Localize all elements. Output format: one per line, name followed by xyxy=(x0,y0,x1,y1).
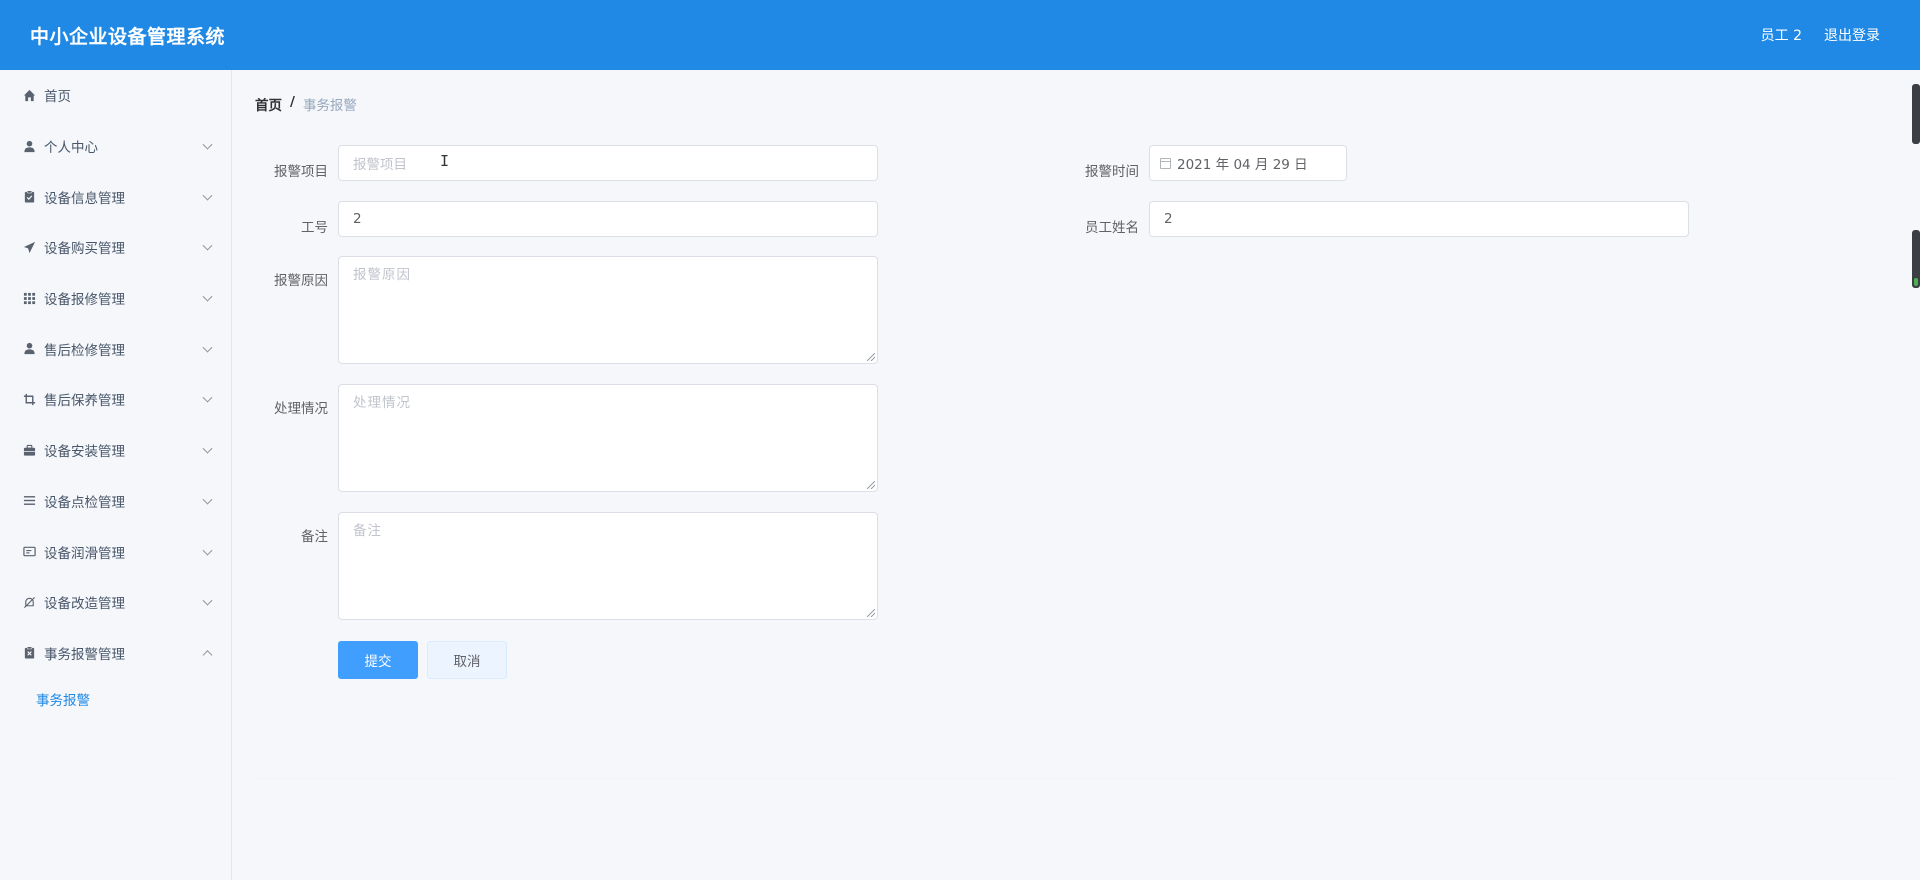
clipboard-icon xyxy=(22,190,36,204)
sidebar-item-label: 设备改造管理 xyxy=(44,596,125,613)
reason-placeholder: 报警原因 xyxy=(353,267,411,283)
clipboard-x-icon xyxy=(22,646,36,660)
chevron-down-icon xyxy=(202,342,213,353)
sidebar-item-label: 设备购买管理 xyxy=(44,241,125,258)
logout-link[interactable]: 退出登录 xyxy=(1824,25,1880,45)
list-icon xyxy=(22,494,36,508)
note-placeholder: 备注 xyxy=(353,523,382,539)
user-name[interactable]: 员工 2 xyxy=(1761,25,1802,45)
bell-off-icon xyxy=(22,595,36,609)
resize-grip-icon[interactable] xyxy=(867,353,875,361)
chevron-down-icon xyxy=(202,393,213,404)
main-content: 首页 / 事务报警 报警项目 报警项目 报警时间 2021 年 04 月 29 … xyxy=(233,70,1920,880)
sidebar-item-label: 设备信息管理 xyxy=(44,190,125,207)
sidebar-item-label: 设备安装管理 xyxy=(44,444,125,461)
sidebar-item-label: 个人中心 xyxy=(44,140,98,157)
chevron-down-icon xyxy=(202,291,213,302)
breadcrumb-current: 事务报警 xyxy=(302,98,357,114)
text-cursor-icon: I xyxy=(440,152,450,170)
reason-label: 报警原因 xyxy=(274,273,328,289)
calendar-icon xyxy=(1160,157,1171,169)
breadcrumb-separator: / xyxy=(290,94,295,110)
sidebar-item-home[interactable]: 首页 xyxy=(0,70,231,121)
breadcrumb-home[interactable]: 首页 xyxy=(255,94,282,114)
user-icon xyxy=(22,139,36,153)
sidebar-item-label: 售后检修管理 xyxy=(44,342,125,359)
note-textarea[interactable]: 备注 xyxy=(338,512,878,620)
chevron-down-icon xyxy=(202,595,213,606)
item-input[interactable]: 报警项目 xyxy=(338,145,878,181)
chevron-down-icon xyxy=(202,139,213,150)
sidebar-item-inspection[interactable]: 设备点检管理 xyxy=(0,476,231,527)
chevron-up-icon xyxy=(202,650,213,660)
home-icon xyxy=(22,88,36,102)
sidebar-item-repair[interactable]: 设备报修管理 xyxy=(0,273,231,324)
item-label: 报警项目 xyxy=(274,164,328,180)
sidebar-item-purchase[interactable]: 设备购买管理 xyxy=(0,222,231,273)
top-header: 中小企业设备管理系统 员工 2 退出登录 xyxy=(0,0,1920,70)
sidebar-item-install[interactable]: 设备安装管理 xyxy=(0,425,231,476)
briefcase-icon xyxy=(22,443,36,457)
handle-placeholder: 处理情况 xyxy=(353,395,411,411)
cancel-button[interactable]: 取消 xyxy=(427,641,507,679)
resize-grip-icon[interactable] xyxy=(867,609,875,617)
scrollbar-thumb-secondary[interactable] xyxy=(1912,230,1920,288)
breadcrumb: 首页 / 事务报警 xyxy=(255,94,357,114)
chevron-down-icon xyxy=(202,494,213,505)
chevron-down-icon xyxy=(202,443,213,454)
sidebar-item-label: 设备报修管理 xyxy=(44,292,125,309)
time-value: 2021 年 04 月 29 日 xyxy=(1177,157,1308,173)
app-title: 中小企业设备管理系统 xyxy=(30,25,226,48)
sidebar-item-modification[interactable]: 设备改造管理 xyxy=(0,577,231,628)
sidebar-item-device-info[interactable]: 设备信息管理 xyxy=(0,171,231,222)
note-label: 备注 xyxy=(301,529,328,545)
sidebar-item-personal[interactable]: 个人中心 xyxy=(0,121,231,172)
crop-icon xyxy=(22,392,36,406)
time-input[interactable]: 2021 年 04 月 29 日 xyxy=(1149,145,1347,181)
card-icon xyxy=(22,545,36,559)
submit-button[interactable]: 提交 xyxy=(338,641,418,679)
job-label: 工号 xyxy=(301,220,328,236)
chevron-down-icon xyxy=(202,241,213,251)
sidebar-item-after-sales-repair[interactable]: 售后检修管理 xyxy=(0,323,231,374)
handle-label: 处理情况 xyxy=(274,401,328,417)
sidebar-item-label: 设备点检管理 xyxy=(44,494,125,511)
name-input[interactable]: 2 xyxy=(1149,201,1689,237)
sidebar-item-maintenance[interactable]: 售后保养管理 xyxy=(0,374,231,425)
resize-grip-icon[interactable] xyxy=(867,481,875,489)
handle-textarea[interactable]: 处理情况 xyxy=(338,384,878,492)
sidebar-subitem-alarm[interactable]: 事务报警 xyxy=(0,678,231,720)
sidebar-item-label: 设备润滑管理 xyxy=(44,545,125,562)
sidebar-item-label: 售后保养管理 xyxy=(44,393,125,410)
grid-icon xyxy=(22,291,36,305)
sidebar-item-label: 首页 xyxy=(44,89,71,106)
person-icon xyxy=(22,342,36,356)
job-input[interactable]: 2 xyxy=(338,201,878,237)
chevron-down-icon xyxy=(202,190,213,201)
name-label: 员工姓名 xyxy=(1085,220,1139,236)
sidebar: 首页 个人中心 设备信息管理 设备购买管理 设备报修管理 售后检修管理 售后保养… xyxy=(0,70,232,880)
scrollbar-thumb[interactable] xyxy=(1912,84,1920,144)
send-icon xyxy=(22,240,36,254)
header-right: 员工 2 退出登录 xyxy=(1761,25,1880,45)
sidebar-item-label: 事务报警管理 xyxy=(44,646,125,663)
time-label: 报警时间 xyxy=(1085,164,1139,180)
sidebar-item-alarm[interactable]: 事务报警管理 xyxy=(0,628,231,679)
sidebar-item-lubrication[interactable]: 设备润滑管理 xyxy=(0,526,231,577)
chevron-down-icon xyxy=(202,545,213,556)
reason-textarea[interactable]: 报警原因 xyxy=(338,256,878,364)
